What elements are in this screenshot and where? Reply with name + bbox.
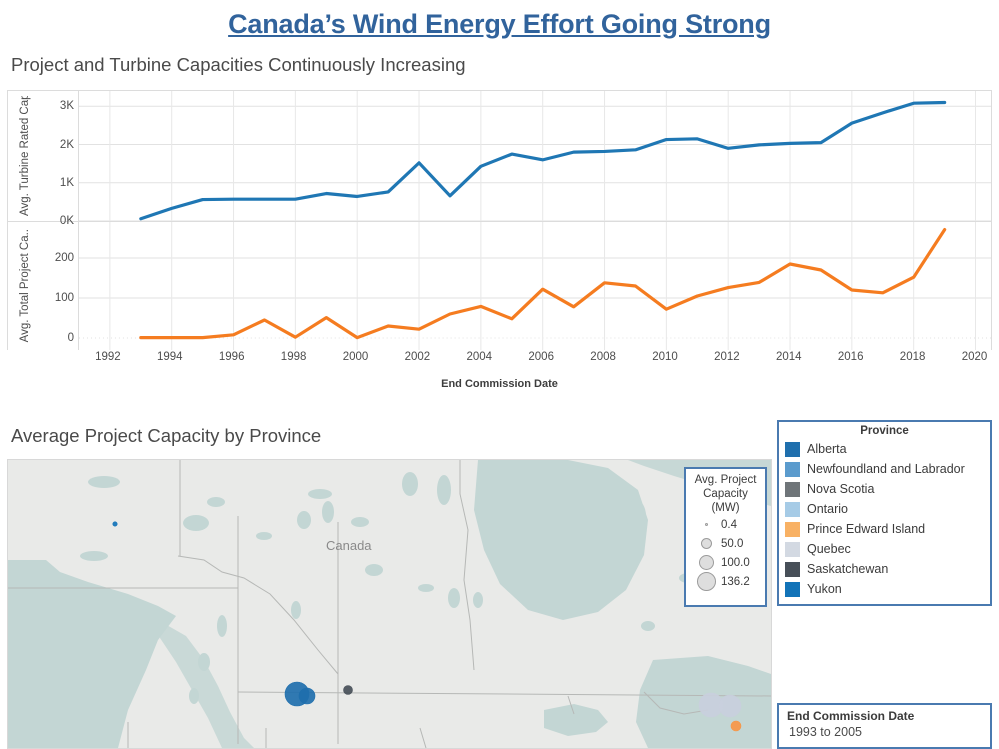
province-legend-item[interactable]: Nova Scotia bbox=[785, 479, 984, 499]
turbine-y-axis-title: Avg. Turbine Rated Capacity (kW) bbox=[10, 91, 40, 221]
size-legend-bubble bbox=[693, 538, 719, 549]
size-legend-value: 50.0 bbox=[721, 537, 744, 550]
size-legend[interactable]: Avg. Project Capacity (MW) 0.4 50.0 100.… bbox=[684, 467, 767, 607]
map-marker[interactable]: Quebec bbox=[718, 694, 742, 718]
size-legend-row[interactable]: 0.4 bbox=[689, 515, 762, 534]
x-tick-label: 2008 bbox=[590, 351, 616, 363]
x-tick-label: 1992 bbox=[95, 351, 121, 363]
x-tick-label: 1998 bbox=[280, 351, 307, 363]
province-capacity-map[interactable]: Canada YukonAlbertaAlbertaSaskatchewanQu… bbox=[7, 459, 772, 749]
size-legend-title-line-3: (MW) bbox=[711, 502, 740, 514]
chart-section-caption: Project and Turbine Capacities Continuou… bbox=[11, 54, 466, 75]
province-color-swatch bbox=[785, 461, 800, 477]
size-legend-row[interactable]: 136.2 bbox=[689, 572, 762, 591]
project-y-axis-title-text: Avg. Total Project Ca.. bbox=[18, 229, 31, 343]
size-legend-value: 100.0 bbox=[721, 556, 750, 569]
project-plot-area bbox=[78, 222, 991, 350]
province-legend-label: Yukon bbox=[807, 582, 842, 596]
end-commission-date-filter[interactable]: End Commission Date 1993 to 2005 bbox=[777, 703, 992, 749]
map-marker[interactable]: Prince Edward Island bbox=[730, 720, 742, 732]
size-legend-title: Avg. Project Capacity (MW) bbox=[689, 473, 762, 515]
x-tick-label: 2000 bbox=[342, 351, 369, 363]
x-tick-label: 2004 bbox=[466, 351, 493, 363]
size-legend-title-line-2: Capacity bbox=[703, 488, 748, 500]
map-marker[interactable]: Saskatchewan bbox=[343, 685, 353, 695]
y-tick-label: 3K bbox=[59, 100, 74, 113]
province-color-swatch bbox=[785, 441, 800, 457]
province-legend-item[interactable]: Yukon bbox=[785, 579, 984, 599]
turbine-capacity-panel: Avg. Turbine Rated Capacity (kW) 0K 1K 2K 3… bbox=[8, 91, 991, 227]
dashboard-title: Canada’s Wind Energy Effort Going Strong bbox=[228, 9, 771, 39]
project-y-tick-labels: 0 100 200 bbox=[40, 222, 74, 350]
project-capacity-panel: Avg. Total Project Ca.. 0 100 200 bbox=[8, 222, 991, 350]
chart-plot-frame: Avg. Turbine Rated Capacity (kW) 0K 1K 2K 3… bbox=[7, 90, 992, 350]
y-tick-label: 200 bbox=[54, 252, 74, 264]
province-legend-label: Nova Scotia bbox=[807, 482, 875, 496]
x-tick-label: 2006 bbox=[528, 351, 554, 363]
province-color-swatch bbox=[785, 561, 800, 577]
province-color-swatch bbox=[785, 501, 800, 517]
map-country-label: Canada bbox=[326, 538, 372, 553]
filter-value[interactable]: 1993 to 2005 bbox=[787, 723, 982, 739]
province-color-legend[interactable]: Province Alberta Newfoundland and Labrad… bbox=[777, 420, 992, 606]
project-y-axis-title: Avg. Total Project Ca.. bbox=[10, 222, 40, 350]
province-legend-item[interactable]: Saskatchewan bbox=[785, 559, 984, 579]
province-legend-item[interactable]: Alberta bbox=[785, 439, 984, 459]
x-tick-label: 2012 bbox=[714, 351, 740, 363]
size-legend-value: 0.4 bbox=[721, 518, 737, 531]
province-legend-label: Saskatchewan bbox=[807, 562, 889, 576]
turbine-y-axis-title-text: Avg. Turbine Rated Capacity (kW) bbox=[18, 96, 31, 216]
x-tick-label: 2016 bbox=[837, 351, 864, 363]
map-marker[interactable]: Yukon bbox=[112, 521, 118, 527]
size-legend-bubble bbox=[693, 523, 719, 526]
province-color-swatch bbox=[785, 581, 800, 597]
province-legend-item[interactable]: Quebec bbox=[785, 539, 984, 559]
y-tick-label: 2K bbox=[59, 138, 74, 151]
province-color-swatch bbox=[785, 541, 800, 557]
x-axis-title: End Commission Date bbox=[441, 378, 558, 390]
size-legend-title-line-1: Avg. Project bbox=[694, 474, 757, 486]
y-tick-label: 100 bbox=[54, 292, 74, 304]
province-legend-label: Prince Edward Island bbox=[807, 522, 926, 536]
turbine-line-svg bbox=[79, 91, 991, 221]
size-legend-value: 136.2 bbox=[721, 575, 750, 588]
y-tick-label: 0 bbox=[67, 332, 74, 344]
province-legend-label: Quebec bbox=[807, 542, 851, 556]
size-legend-bubble bbox=[693, 572, 719, 591]
x-tick-label: 1994 bbox=[157, 351, 183, 363]
province-legend-label: Alberta bbox=[807, 442, 847, 456]
province-legend-item[interactable]: Prince Edward Island bbox=[785, 519, 984, 539]
y-tick-label: 1K bbox=[59, 176, 74, 189]
map-marker[interactable]: Alberta bbox=[298, 687, 316, 705]
province-color-swatch bbox=[785, 481, 800, 497]
filter-title: End Commission Date bbox=[787, 709, 915, 723]
province-legend-label: Ontario bbox=[807, 502, 848, 516]
province-legend-item[interactable]: Ontario bbox=[785, 499, 984, 519]
size-legend-bubble bbox=[693, 555, 719, 570]
province-legend-item[interactable]: Newfoundland and Labrador bbox=[785, 459, 984, 479]
x-tick-label: 2010 bbox=[652, 351, 678, 363]
size-legend-row[interactable]: 100.0 bbox=[689, 553, 762, 572]
province-legend-rows: Alberta Newfoundland and Labrador Nova S… bbox=[785, 439, 984, 599]
turbine-y-tick-labels: 0K 1K 2K 3K bbox=[40, 91, 74, 227]
x-tick-label: 2002 bbox=[404, 351, 431, 363]
x-tick-label: 2020 bbox=[961, 351, 988, 363]
x-tick-label: 1996 bbox=[218, 351, 245, 363]
x-tick-label: 2018 bbox=[899, 351, 926, 363]
map-section-caption: Average Project Capacity by Province bbox=[11, 425, 322, 446]
province-legend-label: Newfoundland and Labrador bbox=[807, 462, 965, 476]
size-legend-rows: 0.4 50.0 100.0 136.2 bbox=[689, 515, 762, 591]
project-line-svg bbox=[79, 222, 991, 350]
dual-line-chart: Avg. Turbine Rated Capacity (kW) 0K 1K 2K 3… bbox=[0, 90, 999, 410]
x-tick-label: 2014 bbox=[776, 351, 802, 363]
turbine-plot-area bbox=[78, 91, 991, 221]
province-color-swatch bbox=[785, 521, 800, 537]
map-canvas[interactable]: Canada YukonAlbertaAlbertaSaskatchewanQu… bbox=[8, 460, 771, 748]
size-legend-row[interactable]: 50.0 bbox=[689, 534, 762, 553]
x-axis-tick-labels: 1992 1994 1996 1998 2000 2002 2004 2006 2008 2010… bbox=[7, 351, 992, 377]
province-legend-title: Province bbox=[860, 425, 909, 437]
